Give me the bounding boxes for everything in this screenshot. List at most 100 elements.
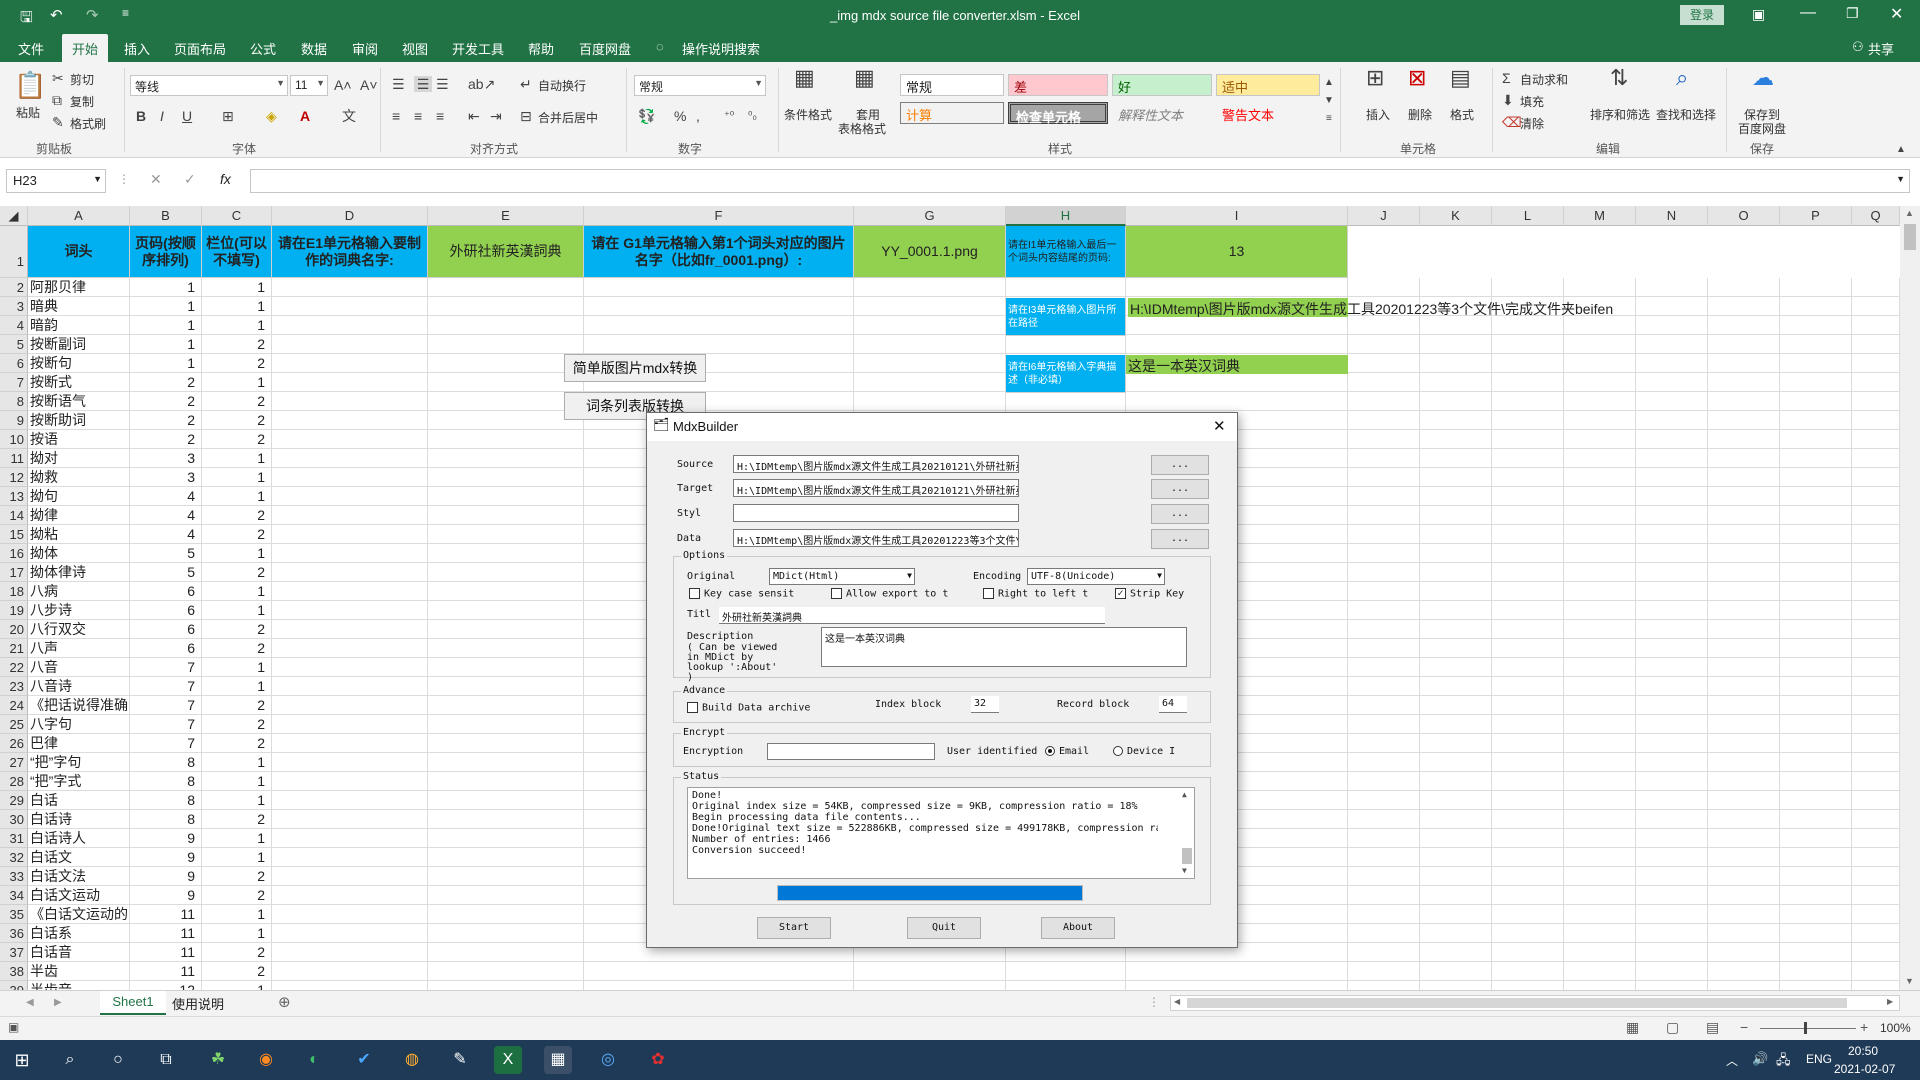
share-button[interactable]: 共享 [1868, 39, 1894, 58]
empty-cell[interactable] [854, 962, 1006, 981]
title-input[interactable]: 外研社新英漢詞典 [719, 607, 1105, 624]
empty-cell[interactable] [272, 696, 428, 715]
tab-help[interactable]: 帮助 [528, 39, 554, 58]
comma-icon[interactable]: , [696, 108, 700, 124]
empty-cell[interactable] [1708, 943, 1780, 962]
description-textarea[interactable]: 这是一本英汉词典 [821, 627, 1187, 667]
page-cell[interactable]: 11 [130, 905, 202, 924]
empty-cell[interactable] [1708, 810, 1780, 829]
index-block-input[interactable]: 32 [971, 696, 999, 713]
status-log[interactable]: Done! Original index size = 54KB, compres… [687, 787, 1195, 879]
data-input[interactable]: H:\IDMtemp\图片版mdx源文件生成工具20201223等3个文件\完成… [733, 529, 1019, 547]
headword-cell[interactable]: 白话文 [28, 848, 130, 867]
empty-cell[interactable] [1006, 981, 1126, 990]
page-cell[interactable]: 2 [130, 411, 202, 430]
border-icon[interactable]: ⊞ [222, 108, 234, 124]
empty-cell[interactable] [1348, 658, 1420, 677]
empty-cell[interactable] [1420, 848, 1492, 867]
empty-cell[interactable] [1420, 506, 1492, 525]
empty-cell[interactable] [854, 335, 1006, 354]
row-header[interactable]: 23 [0, 677, 28, 696]
column-header-selected[interactable]: H [1006, 206, 1126, 226]
page-cell[interactable]: 3 [130, 468, 202, 487]
paste-icon[interactable]: 📋 [14, 70, 46, 100]
clock-date[interactable]: 2021-02-07 [1834, 1062, 1895, 1076]
empty-cell[interactable] [1564, 848, 1636, 867]
empty-cell[interactable] [272, 791, 428, 810]
name-box[interactable]: H23 ▼ [6, 169, 106, 193]
headword-cell[interactable]: 拗对 [28, 449, 130, 468]
empty-cell[interactable] [1636, 411, 1708, 430]
row-header[interactable]: 24 [0, 696, 28, 715]
font-size-select[interactable]: 11 ▼ [290, 75, 328, 96]
row-header[interactable]: 39 [0, 981, 28, 990]
empty-cell[interactable] [1348, 772, 1420, 791]
add-sheet-icon[interactable]: ⊕ [278, 993, 291, 1011]
cortana-icon[interactable]: ○ [104, 1046, 132, 1074]
column-header[interactable]: E [428, 206, 584, 226]
notepad-icon[interactable]: ✎ [446, 1046, 474, 1074]
page-cell[interactable]: 8 [130, 753, 202, 772]
empty-cell[interactable] [1492, 753, 1564, 772]
column-cell[interactable]: 2 [202, 639, 272, 658]
target-browse-button[interactable]: ... [1151, 479, 1209, 499]
empty-cell[interactable] [1780, 905, 1852, 924]
empty-cell[interactable] [1564, 677, 1636, 696]
empty-cell[interactable] [1492, 734, 1564, 753]
phonetic-icon[interactable]: 文 [342, 108, 356, 124]
empty-cell[interactable] [1564, 335, 1636, 354]
row-header[interactable]: 30 [0, 810, 28, 829]
zoom-in-icon[interactable]: + [1860, 1019, 1868, 1035]
headword-cell[interactable]: 《白话文运动的 [28, 905, 130, 924]
empty-cell[interactable] [1780, 943, 1852, 962]
increase-font-icon[interactable]: A˄ [334, 77, 352, 93]
empty-cell[interactable] [1348, 696, 1420, 715]
autosum-button[interactable]: 自动求和 [1520, 71, 1568, 88]
empty-cell[interactable] [1708, 582, 1780, 601]
column-header[interactable]: I [1126, 206, 1348, 226]
source-input[interactable]: H:\IDMtemp\图片版mdx源文件生成工具20210121\外研社新英漢詞… [733, 455, 1019, 473]
empty-cell[interactable] [1852, 848, 1900, 867]
empty-cell[interactable] [1420, 354, 1492, 373]
strip-key-checkbox[interactable]: ✓ Strip Key [1115, 588, 1184, 600]
empty-cell[interactable] [272, 449, 428, 468]
empty-cell[interactable] [1564, 620, 1636, 639]
allow-export-checkbox[interactable]: Allow export to t [831, 588, 948, 600]
column-header[interactable]: C [202, 206, 272, 226]
empty-cell[interactable] [1708, 791, 1780, 810]
empty-cell[interactable] [1420, 658, 1492, 677]
row-header[interactable]: 16 [0, 544, 28, 563]
empty-cell[interactable] [1492, 449, 1564, 468]
empty-cell[interactable] [1348, 468, 1420, 487]
dialog-close-button[interactable]: ✕ [1213, 417, 1226, 435]
empty-cell[interactable] [1636, 924, 1708, 943]
empty-cell[interactable] [1348, 962, 1420, 981]
column-cell[interactable]: 2 [202, 392, 272, 411]
empty-cell[interactable] [1420, 335, 1492, 354]
empty-cell[interactable] [1636, 867, 1708, 886]
headword-cell[interactable]: 八行双交 [28, 620, 130, 639]
column-cell[interactable]: 1 [202, 297, 272, 316]
empty-cell[interactable] [272, 905, 428, 924]
page-cell[interactable]: 1 [130, 335, 202, 354]
empty-cell[interactable] [1492, 544, 1564, 563]
empty-cell[interactable] [1852, 468, 1900, 487]
login-button[interactable]: 登录 [1680, 5, 1724, 25]
empty-cell[interactable] [272, 867, 428, 886]
empty-cell[interactable] [1636, 335, 1708, 354]
empty-cell[interactable] [1636, 791, 1708, 810]
empty-cell[interactable] [1852, 791, 1900, 810]
empty-cell[interactable] [1708, 354, 1780, 373]
headword-cell[interactable]: 白话诗 [28, 810, 130, 829]
empty-cell[interactable] [1348, 449, 1420, 468]
empty-cell[interactable] [1420, 924, 1492, 943]
row-header[interactable]: 1 [0, 226, 28, 278]
task-view-icon[interactable]: ⧉ [152, 1046, 180, 1074]
empty-cell[interactable] [272, 924, 428, 943]
page-cell[interactable]: 9 [130, 829, 202, 848]
empty-cell[interactable] [1492, 867, 1564, 886]
empty-cell[interactable] [1852, 658, 1900, 677]
headword-cell[interactable]: 八声 [28, 639, 130, 658]
tab-developer[interactable]: 开发工具 [452, 39, 504, 58]
empty-cell[interactable] [1780, 639, 1852, 658]
